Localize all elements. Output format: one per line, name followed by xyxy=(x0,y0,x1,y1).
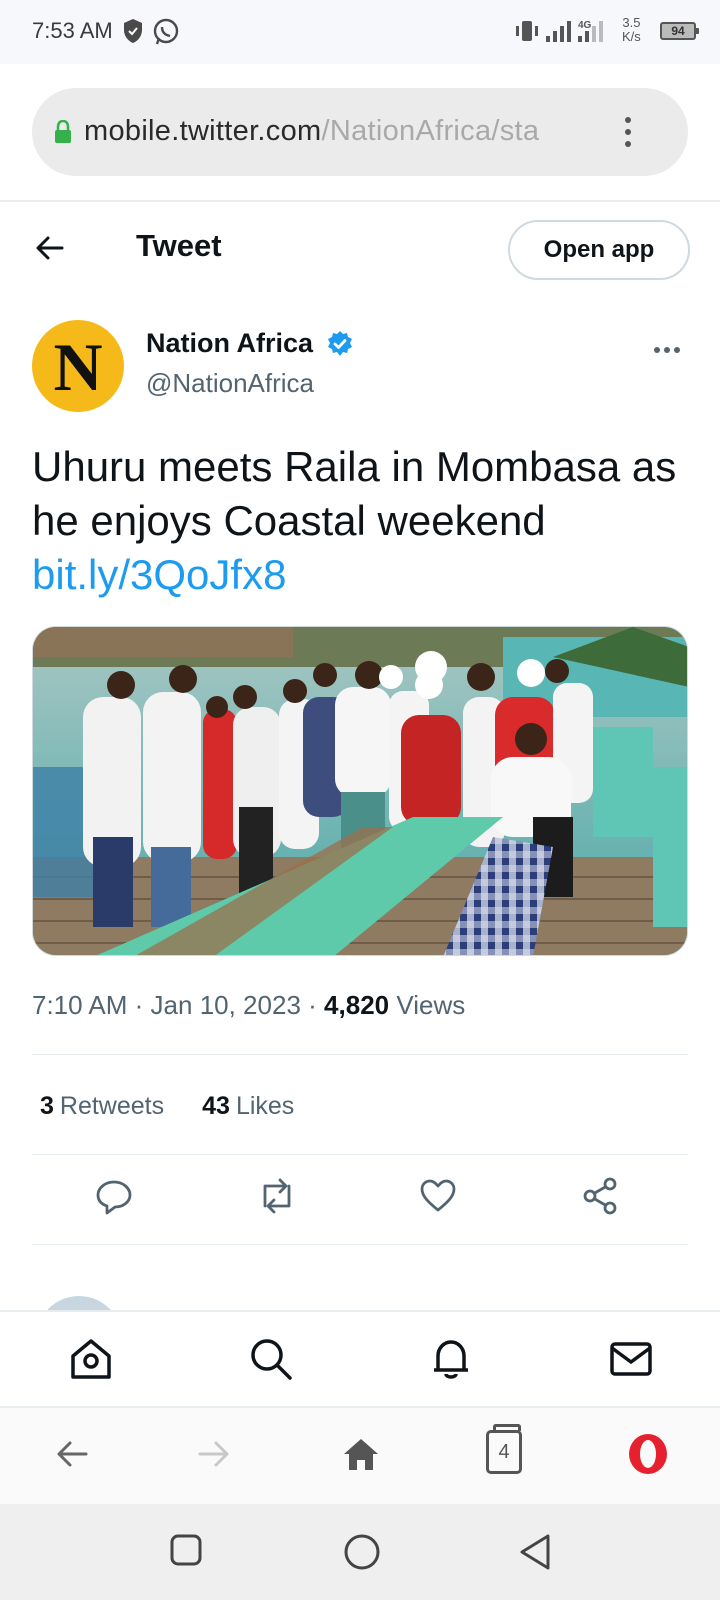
more-options-icon[interactable] xyxy=(654,340,684,358)
messages-icon[interactable] xyxy=(608,1336,654,1382)
tweet-header: Tweet Open app xyxy=(0,204,720,294)
url-text[interactable]: mobile.twitter.com/NationAfrica/sta xyxy=(84,115,604,148)
shield-icon xyxy=(124,19,142,43)
address-bar[interactable]: mobile.twitter.com/NationAfrica/sta xyxy=(32,88,688,176)
author-handle[interactable]: @NationAfrica xyxy=(146,368,314,399)
avatar[interactable]: N xyxy=(32,320,124,412)
retweets-count: 3 xyxy=(40,1092,54,1120)
views-count: 4,820 xyxy=(324,990,390,1020)
browser-bar: mobile.twitter.com/NationAfrica/sta xyxy=(0,64,720,202)
system-nav-bar xyxy=(0,1504,720,1600)
home-button-icon[interactable] xyxy=(342,1532,382,1572)
divider xyxy=(32,1244,688,1245)
tweet-photo[interactable] xyxy=(32,626,688,956)
search-icon[interactable] xyxy=(248,1336,294,1382)
page-title: Tweet xyxy=(136,228,222,263)
meta-separator: · xyxy=(134,990,144,1020)
tweet-date: Jan 10, 2023 xyxy=(150,990,301,1020)
home-icon[interactable] xyxy=(342,1436,380,1472)
svg-text:4G: 4G xyxy=(578,20,592,31)
likes-count: 43 xyxy=(202,1092,230,1120)
whatsapp-icon xyxy=(153,18,179,45)
back-button-icon[interactable] xyxy=(518,1532,554,1572)
tweet-body: Uhuru meets Raila in Mombasa as he enjoy… xyxy=(32,443,677,544)
battery-icon: 94 xyxy=(660,22,699,40)
reply-icon[interactable] xyxy=(94,1176,134,1216)
retweet-icon[interactable] xyxy=(256,1176,298,1216)
url-host: mobile.twitter.com xyxy=(84,115,322,147)
verified-badge-icon xyxy=(328,331,352,356)
forward-icon[interactable] xyxy=(196,1436,232,1472)
views-label: Views xyxy=(396,990,466,1020)
share-icon[interactable] xyxy=(580,1176,620,1216)
lock-icon xyxy=(55,120,71,143)
tweet-link[interactable]: bit.ly/3QoJfx8 xyxy=(32,548,692,602)
tweet-actions xyxy=(0,1176,720,1236)
url-path: /NationAfrica/sta xyxy=(321,115,540,147)
back-icon[interactable] xyxy=(54,1436,90,1472)
status-bar: 7:53 AM 4G 3.5 K/s 94 xyxy=(0,0,720,64)
likes-stat[interactable]: 43 Likes xyxy=(202,1092,294,1120)
divider xyxy=(32,1154,688,1155)
group-photo-image xyxy=(33,627,687,955)
back-arrow-icon[interactable] xyxy=(34,232,66,264)
divider xyxy=(32,1054,688,1055)
network-speed: 3.5 K/s xyxy=(622,16,641,44)
recents-icon[interactable] xyxy=(168,1532,204,1568)
like-icon[interactable] xyxy=(418,1176,458,1216)
tweet-text: Uhuru meets Raila in Mombasa as he enjoy… xyxy=(32,440,692,602)
opera-icon[interactable] xyxy=(626,1432,670,1476)
home-icon[interactable] xyxy=(68,1336,114,1382)
signal-icon xyxy=(546,21,571,42)
open-app-button[interactable]: Open app xyxy=(508,220,690,280)
tweet-stats: 3 Retweets 43 Likes xyxy=(40,1092,294,1121)
twitter-bottom-nav xyxy=(0,1310,720,1408)
notifications-icon[interactable] xyxy=(428,1336,474,1382)
signal-4g-icon: 4G xyxy=(578,20,603,42)
author-name[interactable]: Nation Africa xyxy=(146,328,313,359)
meta-separator: · xyxy=(308,990,317,1020)
retweets-stat[interactable]: 3 Retweets xyxy=(40,1092,164,1120)
status-time: 7:53 AM xyxy=(32,18,113,43)
tweet-meta: 7:10 AM · Jan 10, 2023 · 4,820 Views xyxy=(32,990,465,1021)
retweets-label: Retweets xyxy=(59,1092,165,1120)
tweet-time: 7:10 AM xyxy=(32,990,128,1020)
browser-menu-icon[interactable] xyxy=(618,114,638,150)
vibrate-icon xyxy=(516,21,538,41)
speed-unit: K/s xyxy=(622,29,641,44)
browser-bottom-bar: 4 xyxy=(0,1408,720,1504)
likes-label: Likes xyxy=(235,1092,295,1120)
tabs-icon[interactable]: 4 xyxy=(486,1424,522,1474)
speed-value: 3.5 xyxy=(622,15,641,30)
